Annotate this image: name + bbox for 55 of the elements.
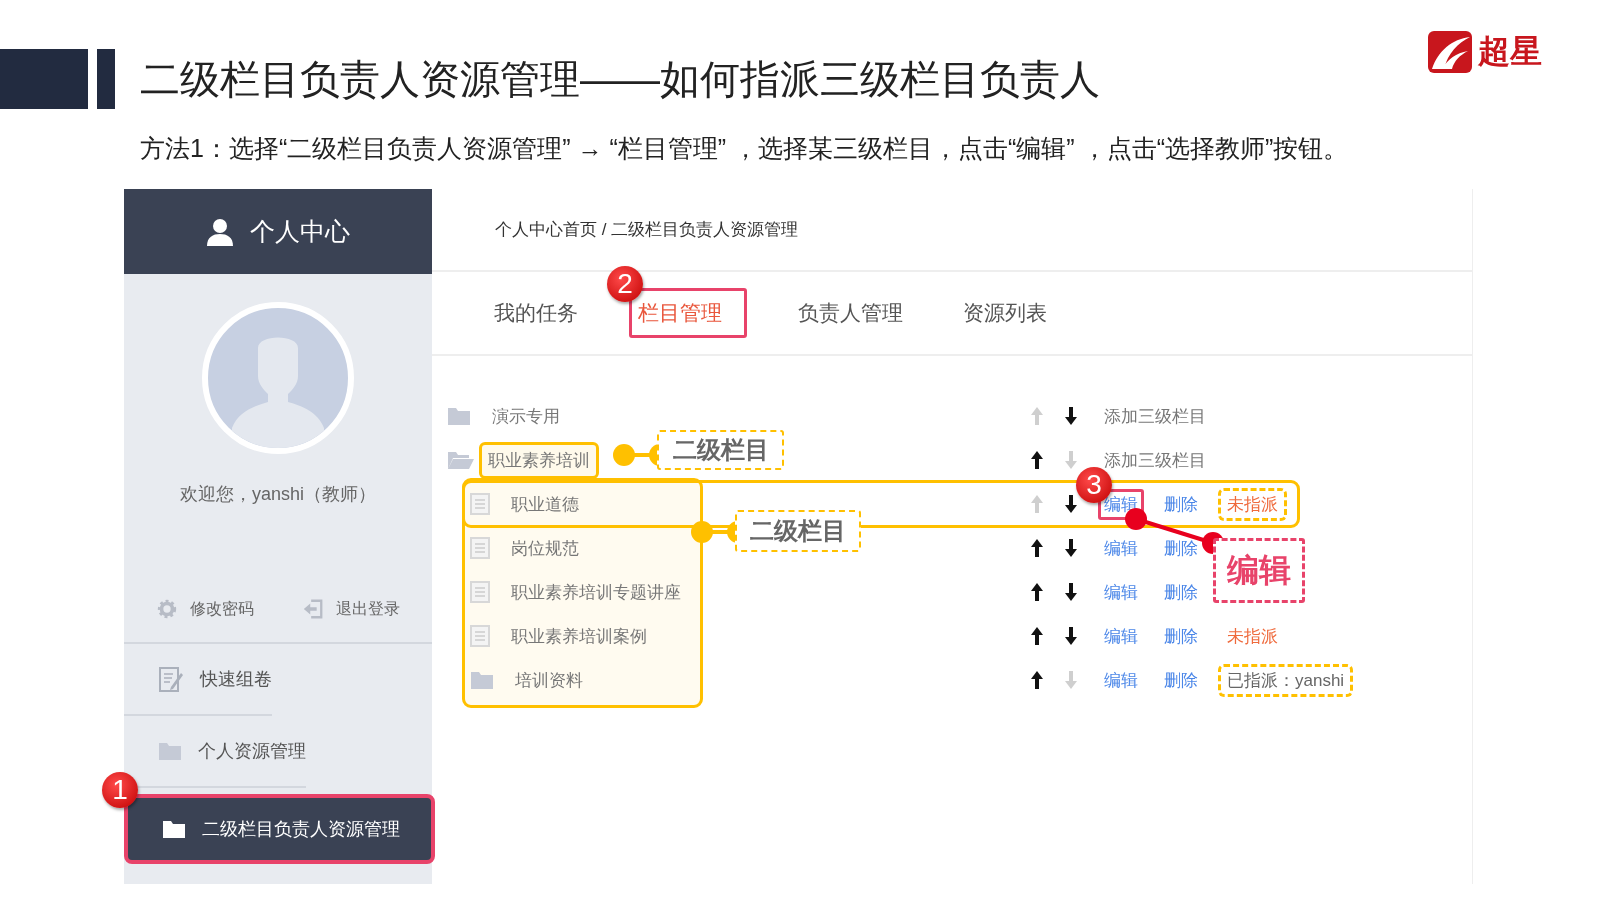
sidebar-menu-item[interactable]: 快速组卷 — [124, 644, 272, 716]
arrow-up-icon[interactable] — [1030, 626, 1044, 646]
arrow-down-icon[interactable] — [1064, 626, 1078, 646]
arrow-up-icon[interactable] — [1030, 670, 1044, 690]
tree-item-label[interactable]: 职业素养培训案例 — [502, 617, 656, 655]
assignment-status: 未指派 — [1226, 625, 1279, 648]
arrow-down-icon[interactable] — [1064, 582, 1078, 602]
step-number-badge: 1 — [102, 772, 138, 808]
folder-icon — [158, 741, 182, 761]
settings-icon — [156, 598, 178, 620]
tree-item-label[interactable]: 职业素养培训 — [479, 441, 599, 479]
tree-item-label[interactable]: 岗位规范 — [502, 529, 588, 567]
edit-document-icon — [158, 665, 184, 693]
breadcrumb: 个人中心首页 / 二级栏目负责人资源管理 — [495, 219, 799, 241]
sidebar-link[interactable]: 退出登录 — [336, 598, 400, 620]
tab[interactable]: 负责人管理 — [789, 288, 912, 338]
callout-label: 编辑 — [1213, 538, 1305, 603]
arrow-down-icon[interactable] — [1064, 494, 1078, 514]
action-link[interactable]: 删除 — [1158, 664, 1204, 696]
slide-title: 二级栏目负责人资源管理——如何指派三级栏目负责人 — [140, 55, 1100, 103]
title-bar-decoration — [97, 49, 115, 109]
arrow-up-icon[interactable] — [1030, 538, 1044, 558]
welcome-text: 欢迎您，yanshi（教师） — [179, 483, 377, 506]
tab[interactable]: 资源列表 — [954, 288, 1056, 338]
action-link[interactable]: 删除 — [1158, 488, 1204, 520]
callout-label: 二级栏目 — [657, 430, 784, 470]
action-link[interactable]: 删除 — [1158, 532, 1204, 564]
tree-item-label[interactable]: 职业道德 — [502, 485, 588, 523]
action-link[interactable]: 编辑 — [1098, 532, 1144, 564]
add-link[interactable]: 添加三级栏目 — [1098, 400, 1212, 432]
tree-item-label[interactable]: 培训资料 — [506, 661, 592, 699]
arrow-down-icon[interactable] — [1064, 406, 1078, 426]
logo-text: 超星 — [1478, 31, 1542, 72]
assignment-status: 已指派：yanshi — [1218, 663, 1354, 697]
arrow-down-icon[interactable] — [1064, 538, 1078, 558]
sidebar-link[interactable]: 修改密码 — [190, 598, 254, 620]
folder-icon — [162, 819, 186, 839]
logout-icon — [302, 598, 324, 620]
callout-label: 二级栏目 — [735, 510, 861, 552]
tree-item-label[interactable]: 演示专用 — [483, 397, 569, 435]
action-link[interactable]: 编辑 — [1098, 620, 1144, 652]
tree-item-label[interactable]: 职业素养培训专题讲座 — [502, 573, 690, 611]
action-link[interactable]: 删除 — [1158, 620, 1204, 652]
tab[interactable]: 我的任务 — [485, 288, 587, 338]
step-number-badge: 2 — [607, 266, 643, 302]
user-icon — [206, 217, 234, 246]
logo-icon — [1428, 31, 1472, 73]
action-link[interactable]: 删除 — [1158, 576, 1204, 608]
arrow-up-icon[interactable] — [1030, 450, 1044, 470]
slide-subtitle: 方法1：选择“二级栏目负责人资源管理” → “栏目管理” ，选择某三级栏目，点击“编辑” ，点击“选择教师”按钮。 — [140, 133, 1350, 164]
arrow-up-icon[interactable] — [1030, 582, 1044, 602]
sidebar-title: 个人中心 — [250, 216, 350, 247]
assignment-status: 未指派 — [1218, 487, 1287, 521]
action-link[interactable]: 编辑 — [1098, 576, 1144, 608]
action-link[interactable]: 编辑 — [1098, 664, 1144, 696]
